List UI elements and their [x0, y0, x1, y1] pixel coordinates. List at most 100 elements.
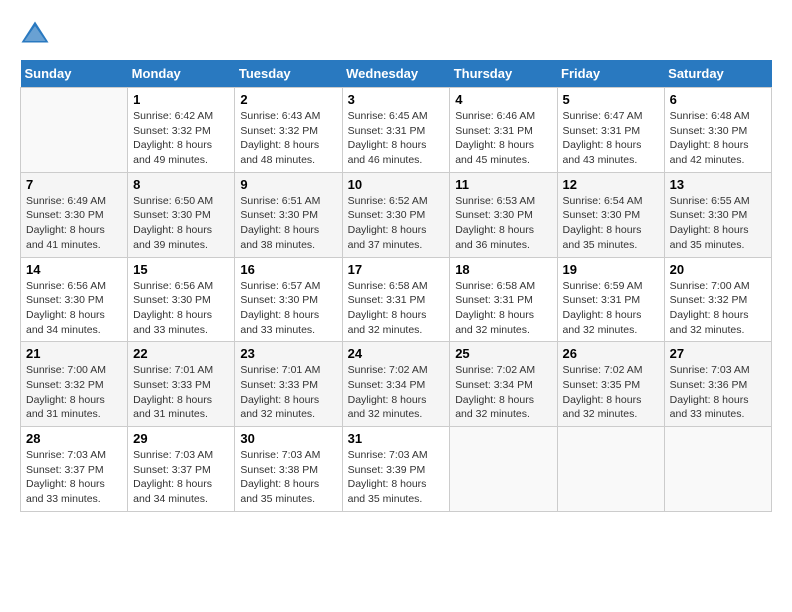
day-number: 23 [240, 346, 336, 361]
day-of-week-header: Wednesday [342, 60, 450, 88]
calendar-cell: 2 Sunrise: 6:43 AM Sunset: 3:32 PM Daylig… [235, 88, 342, 173]
calendar-cell: 8Sunrise: 6:50 AM Sunset: 3:30 PM Daylig… [128, 172, 235, 257]
calendar-cell: 22 Sunrise: 7:01 AM Sunset: 3:33 PM Dayli… [128, 342, 235, 427]
day-of-week-header: Monday [128, 60, 235, 88]
day-number: 18 [455, 262, 551, 277]
calendar-cell: 26 Sunrise: 7:02 AM Sunset: 3:35 PM Dayli… [557, 342, 664, 427]
day-number: 21 [26, 346, 122, 361]
day-number: 30 [240, 431, 336, 446]
calendar-header-row: SundayMondayTuesdayWednesdayThursdayFrid… [21, 60, 772, 88]
day-info: Sunrise: 6:56 AM Sunset: 3:30 PM Dayligh… [26, 279, 122, 338]
calendar-week-row: 28 Sunrise: 7:03 AM Sunset: 3:37 PM Dayli… [21, 427, 772, 512]
day-number: 5 [563, 92, 659, 107]
day-info: Sunrise: 6:49 AM Sunset: 3:30 PM Dayligh… [26, 194, 122, 253]
day-info: Sunrise: 7:03 AM Sunset: 3:36 PM Dayligh… [670, 363, 766, 422]
day-info: Sunrise: 6:51 AM Sunset: 3:30 PM Dayligh… [240, 194, 336, 253]
day-number: 29 [133, 431, 229, 446]
calendar-cell: 1Sunrise: 6:42 AM Sunset: 3:32 PM Daylig… [128, 88, 235, 173]
day-number: 20 [670, 262, 766, 277]
calendar-cell: 10 Sunrise: 6:52 AM Sunset: 3:30 PM Dayli… [342, 172, 450, 257]
calendar-cell: 15 Sunrise: 6:56 AM Sunset: 3:30 PM Dayli… [128, 257, 235, 342]
calendar-cell [21, 88, 128, 173]
day-info: Sunrise: 6:53 AM Sunset: 3:30 PM Dayligh… [455, 194, 551, 253]
day-info: Sunrise: 6:56 AM Sunset: 3:30 PM Dayligh… [133, 279, 229, 338]
day-info: Sunrise: 6:46 AM Sunset: 3:31 PM Dayligh… [455, 109, 551, 168]
calendar-cell: 5Sunrise: 6:47 AM Sunset: 3:31 PM Daylig… [557, 88, 664, 173]
day-number: 14 [26, 262, 122, 277]
calendar-cell: 29 Sunrise: 7:03 AM Sunset: 3:37 PM Dayli… [128, 427, 235, 512]
day-number: 19 [563, 262, 659, 277]
calendar-cell: 11 Sunrise: 6:53 AM Sunset: 3:30 PM Dayli… [450, 172, 557, 257]
day-number: 27 [670, 346, 766, 361]
day-info: Sunrise: 7:01 AM Sunset: 3:33 PM Dayligh… [240, 363, 336, 422]
day-number: 6 [670, 92, 766, 107]
day-info: Sunrise: 7:03 AM Sunset: 3:39 PM Dayligh… [348, 448, 445, 507]
calendar-cell: 13 Sunrise: 6:55 AM Sunset: 3:30 PM Dayli… [664, 172, 771, 257]
day-info: Sunrise: 7:03 AM Sunset: 3:37 PM Dayligh… [133, 448, 229, 507]
calendar-cell: 4 Sunrise: 6:46 AM Sunset: 3:31 PM Daylig… [450, 88, 557, 173]
day-number: 9 [240, 177, 336, 192]
calendar-week-row: 21 Sunrise: 7:00 AM Sunset: 3:32 PM Dayli… [21, 342, 772, 427]
day-info: Sunrise: 7:01 AM Sunset: 3:33 PM Dayligh… [133, 363, 229, 422]
day-info: Sunrise: 7:00 AM Sunset: 3:32 PM Dayligh… [26, 363, 122, 422]
calendar-cell: 14 Sunrise: 6:56 AM Sunset: 3:30 PM Dayli… [21, 257, 128, 342]
day-number: 22 [133, 346, 229, 361]
calendar: SundayMondayTuesdayWednesdayThursdayFrid… [20, 60, 772, 512]
day-info: Sunrise: 6:58 AM Sunset: 3:31 PM Dayligh… [348, 279, 445, 338]
day-info: Sunrise: 6:55 AM Sunset: 3:30 PM Dayligh… [670, 194, 766, 253]
day-number: 4 [455, 92, 551, 107]
day-of-week-header: Saturday [664, 60, 771, 88]
day-number: 16 [240, 262, 336, 277]
calendar-cell: 30Sunrise: 7:03 AM Sunset: 3:38 PM Dayli… [235, 427, 342, 512]
day-info: Sunrise: 6:52 AM Sunset: 3:30 PM Dayligh… [348, 194, 445, 253]
day-number: 3 [348, 92, 445, 107]
calendar-cell: 19 Sunrise: 6:59 AM Sunset: 3:31 PM Dayli… [557, 257, 664, 342]
calendar-cell: 25 Sunrise: 7:02 AM Sunset: 3:34 PM Dayli… [450, 342, 557, 427]
day-of-week-header: Thursday [450, 60, 557, 88]
logo-icon [20, 20, 50, 50]
calendar-cell: 31 Sunrise: 7:03 AM Sunset: 3:39 PM Dayli… [342, 427, 450, 512]
day-info: Sunrise: 6:58 AM Sunset: 3:31 PM Dayligh… [455, 279, 551, 338]
day-number: 31 [348, 431, 445, 446]
day-info: Sunrise: 7:00 AM Sunset: 3:32 PM Dayligh… [670, 279, 766, 338]
day-number: 12 [563, 177, 659, 192]
day-number: 26 [563, 346, 659, 361]
day-number: 2 [240, 92, 336, 107]
day-number: 25 [455, 346, 551, 361]
day-number: 17 [348, 262, 445, 277]
day-info: Sunrise: 7:02 AM Sunset: 3:34 PM Dayligh… [455, 363, 551, 422]
day-number: 11 [455, 177, 551, 192]
calendar-cell: 17 Sunrise: 6:58 AM Sunset: 3:31 PM Dayli… [342, 257, 450, 342]
day-of-week-header: Tuesday [235, 60, 342, 88]
day-info: Sunrise: 6:45 AM Sunset: 3:31 PM Dayligh… [348, 109, 445, 168]
calendar-cell: 6 Sunrise: 6:48 AM Sunset: 3:30 PM Daylig… [664, 88, 771, 173]
day-number: 1 [133, 92, 229, 107]
day-number: 15 [133, 262, 229, 277]
page-header [20, 20, 772, 50]
logo [20, 20, 54, 50]
calendar-cell: 24Sunrise: 7:02 AM Sunset: 3:34 PM Dayli… [342, 342, 450, 427]
calendar-cell: 7 Sunrise: 6:49 AM Sunset: 3:30 PM Daylig… [21, 172, 128, 257]
calendar-cell [664, 427, 771, 512]
calendar-cell [450, 427, 557, 512]
day-number: 28 [26, 431, 122, 446]
calendar-cell: 20 Sunrise: 7:00 AM Sunset: 3:32 PM Dayli… [664, 257, 771, 342]
day-info: Sunrise: 6:43 AM Sunset: 3:32 PM Dayligh… [240, 109, 336, 168]
day-number: 13 [670, 177, 766, 192]
calendar-week-row: 14 Sunrise: 6:56 AM Sunset: 3:30 PM Dayli… [21, 257, 772, 342]
day-number: 7 [26, 177, 122, 192]
calendar-week-row: 1Sunrise: 6:42 AM Sunset: 3:32 PM Daylig… [21, 88, 772, 173]
day-of-week-header: Friday [557, 60, 664, 88]
calendar-cell: 27 Sunrise: 7:03 AM Sunset: 3:36 PM Dayli… [664, 342, 771, 427]
day-info: Sunrise: 6:59 AM Sunset: 3:31 PM Dayligh… [563, 279, 659, 338]
day-info: Sunrise: 6:48 AM Sunset: 3:30 PM Dayligh… [670, 109, 766, 168]
calendar-week-row: 7 Sunrise: 6:49 AM Sunset: 3:30 PM Daylig… [21, 172, 772, 257]
day-number: 10 [348, 177, 445, 192]
calendar-cell: 28 Sunrise: 7:03 AM Sunset: 3:37 PM Dayli… [21, 427, 128, 512]
calendar-cell: 16Sunrise: 6:57 AM Sunset: 3:30 PM Dayli… [235, 257, 342, 342]
calendar-cell: 3 Sunrise: 6:45 AM Sunset: 3:31 PM Daylig… [342, 88, 450, 173]
calendar-cell: 9 Sunrise: 6:51 AM Sunset: 3:30 PM Daylig… [235, 172, 342, 257]
day-info: Sunrise: 7:02 AM Sunset: 3:35 PM Dayligh… [563, 363, 659, 422]
day-info: Sunrise: 7:03 AM Sunset: 3:37 PM Dayligh… [26, 448, 122, 507]
day-number: 8 [133, 177, 229, 192]
